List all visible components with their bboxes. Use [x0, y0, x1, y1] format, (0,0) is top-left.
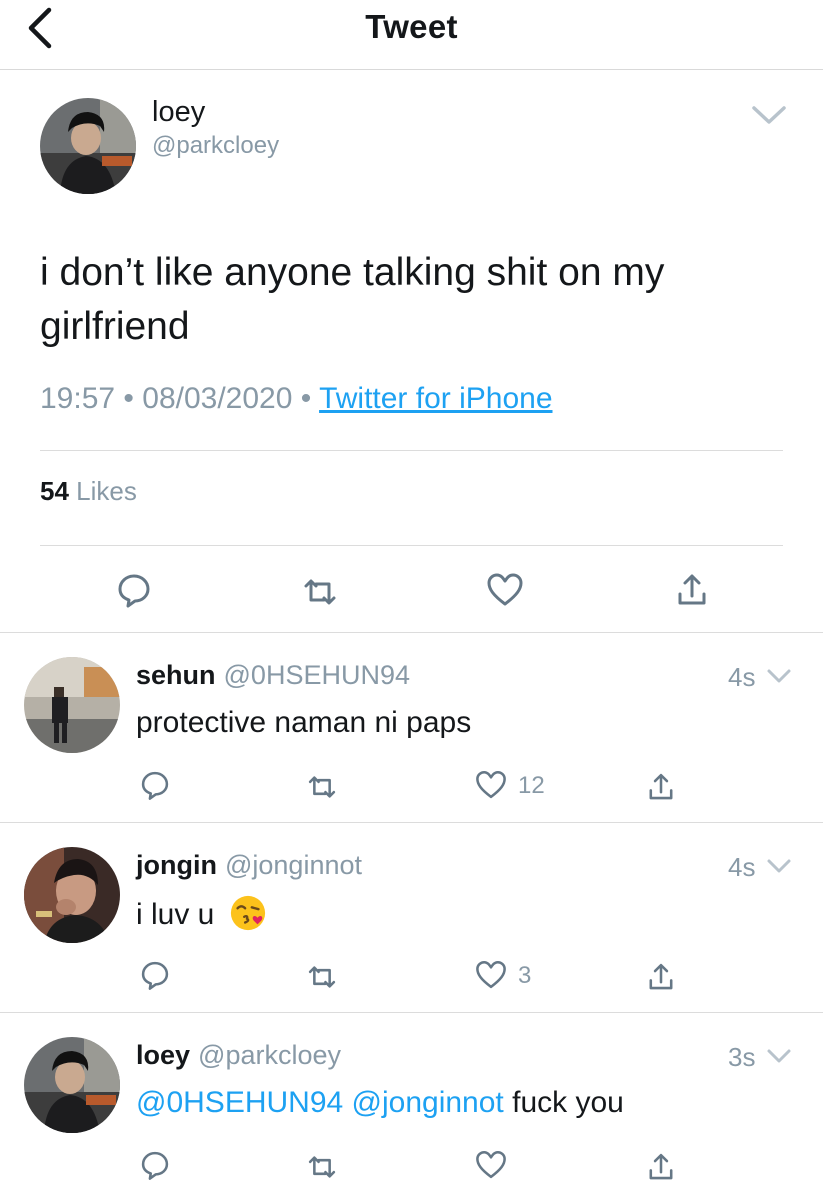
- page-title: Tweet: [365, 8, 458, 45]
- likes-number: 54: [40, 476, 69, 506]
- reply-options-button[interactable]: [766, 1046, 792, 1066]
- avatar-image: [24, 847, 120, 943]
- share-button[interactable]: [644, 960, 678, 994]
- tweet-text: i don’t like anyone talking shit on my g…: [40, 251, 665, 348]
- tweet-time: 19:57: [40, 382, 116, 415]
- reply-time: 4s: [728, 662, 756, 692]
- share-button[interactable]: [672, 570, 712, 610]
- reply-button[interactable]: [138, 1148, 172, 1182]
- tweet-detail-screen: Tweet loey @parkcloey i don’t like anyon…: [0, 0, 823, 1200]
- divider: [0, 1012, 823, 1013]
- divider: [40, 545, 783, 546]
- reply-text-content: i luv u: [136, 898, 215, 931]
- reply-author-handle[interactable]: @jonginnot: [225, 850, 362, 880]
- like-button[interactable]: [485, 570, 525, 610]
- share-icon: [649, 1153, 673, 1180]
- divider: [40, 450, 783, 451]
- reply-time: 3s: [728, 1042, 756, 1072]
- retweet-icon: [308, 1156, 336, 1178]
- heart-icon: [487, 573, 523, 606]
- reply-author-name[interactable]: sehun: [136, 660, 216, 690]
- heart-icon: [476, 960, 506, 989]
- mention-link[interactable]: @jonginnot: [352, 1086, 504, 1119]
- like-count: 12: [518, 772, 545, 799]
- reply-time: 4s: [728, 852, 756, 882]
- avatar-image: [24, 1037, 120, 1133]
- chevron-down-icon: [752, 106, 786, 124]
- meta-separator: •: [300, 382, 320, 415]
- like-button[interactable]: [474, 958, 508, 992]
- avatar-image: [40, 98, 136, 194]
- retweet-icon: [304, 579, 336, 605]
- meta-separator: •: [123, 382, 143, 415]
- heart-icon: [476, 770, 506, 799]
- chevron-down-icon: [767, 669, 791, 683]
- reply-icon: [118, 574, 150, 608]
- avatar[interactable]: [40, 98, 136, 194]
- author-name[interactable]: loey: [152, 96, 205, 129]
- mention-link[interactable]: @0HSEHUN94: [136, 1086, 343, 1119]
- retweet-button[interactable]: [305, 960, 339, 994]
- like-button[interactable]: [474, 768, 508, 802]
- avatar-image: [24, 657, 120, 753]
- reply-author-name[interactable]: jongin: [136, 850, 217, 880]
- heart-icon: [476, 1150, 506, 1179]
- avatar[interactable]: [24, 1037, 120, 1133]
- retweet-button[interactable]: [305, 770, 339, 804]
- tweet-source-link[interactable]: Twitter for iPhone: [319, 382, 552, 415]
- avatar[interactable]: [24, 657, 120, 753]
- reply-text: i luv u: [136, 894, 267, 932]
- reply-button[interactable]: [138, 958, 172, 992]
- reply-author-handle[interactable]: @0HSEHUN94: [224, 660, 410, 690]
- share-icon: [649, 773, 673, 800]
- share-button[interactable]: [644, 770, 678, 804]
- reply-text: @0HSEHUN94 @jonginnot fuck you: [136, 1086, 624, 1120]
- retweet-icon: [308, 776, 336, 798]
- likes-label: Likes: [76, 476, 137, 506]
- reply-options-button[interactable]: [766, 856, 792, 876]
- retweet-button[interactable]: [300, 572, 340, 612]
- kiss-face-emoji-icon: [230, 895, 265, 931]
- retweet-icon: [308, 966, 336, 988]
- author-handle[interactable]: @parkcloey: [152, 132, 279, 160]
- reply-icon: [141, 961, 169, 990]
- reply-text: protective naman ni paps: [136, 706, 472, 739]
- top-bar: Tweet: [0, 0, 823, 70]
- share-icon: [678, 574, 706, 605]
- tweet-date: 08/03/2020: [142, 382, 293, 415]
- likes-count[interactable]: 54 Likes: [40, 476, 137, 507]
- like-button[interactable]: [474, 1148, 508, 1182]
- share-button[interactable]: [644, 1150, 678, 1184]
- chevron-down-icon: [767, 859, 791, 873]
- reply-header: sehun @0HSEHUN94: [136, 660, 410, 691]
- avatar[interactable]: [24, 847, 120, 943]
- retweet-button[interactable]: [305, 1150, 339, 1184]
- tweet-meta: 19:57 • 08/03/2020 • Twitter for iPhone: [40, 382, 553, 416]
- reply-button[interactable]: [138, 768, 172, 802]
- reply-icon: [141, 771, 169, 800]
- tweet-options-button[interactable]: [750, 100, 788, 130]
- reply-header: loey @parkcloey: [136, 1040, 341, 1071]
- reply-author-name[interactable]: loey: [136, 1040, 190, 1070]
- like-count: 3: [518, 962, 532, 989]
- reply-button[interactable]: [114, 570, 154, 610]
- reply-icon: [141, 1151, 169, 1180]
- reply-author-handle[interactable]: @parkcloey: [198, 1040, 341, 1070]
- reply-options-button[interactable]: [766, 666, 792, 686]
- chevron-down-icon: [767, 1049, 791, 1063]
- reply-text-content: fuck you: [512, 1086, 624, 1119]
- share-icon: [649, 963, 673, 990]
- divider: [0, 632, 823, 633]
- divider: [0, 822, 823, 823]
- reply-header: jongin @jonginnot: [136, 850, 362, 881]
